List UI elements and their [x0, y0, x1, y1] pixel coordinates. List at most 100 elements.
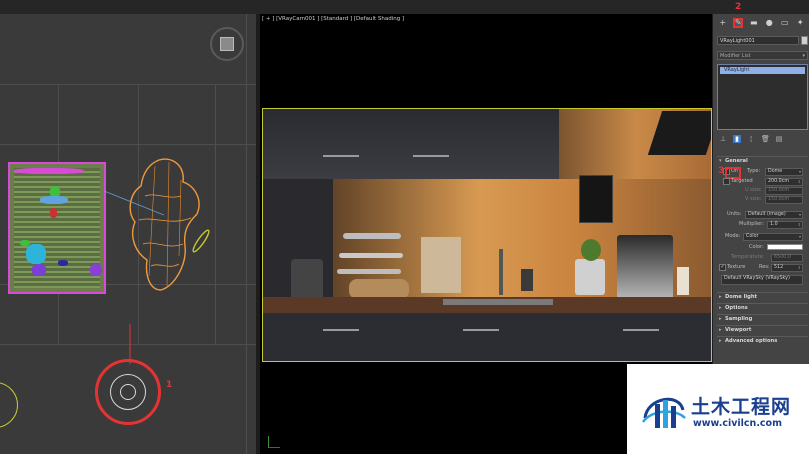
watermark-title: 土木工程网 [691, 396, 792, 418]
modifier-list-dropdown[interactable]: Modifier List ▾ [717, 51, 808, 60]
object-navy [58, 260, 68, 266]
modifier-stack[interactable]: VRayLight [717, 64, 808, 130]
modify-tab-icon[interactable]: ✎ [733, 18, 744, 28]
cabinet-handle [463, 329, 499, 331]
u-size-label: U size: [745, 187, 762, 193]
light-gizmo-icon[interactable] [192, 226, 210, 256]
annotation-marker-1: 1 [166, 380, 173, 390]
u-size-field[interactable]: 150.0cm [765, 186, 803, 195]
plant-leaves [581, 239, 601, 261]
make-unique-icon[interactable]: ¦ [747, 135, 755, 143]
v-size-field[interactable]: 150.0cm [765, 195, 803, 204]
lower-cabinets [263, 313, 711, 361]
object-name-field[interactable]: VRayLight001 [717, 36, 799, 45]
grid-line [215, 84, 216, 344]
modifier-list-label: Modifier List [720, 53, 751, 59]
targeted-distance-field[interactable]: 200.0cm ⇕ [765, 177, 803, 186]
rollout-general-title: General [725, 158, 748, 164]
grid-line [246, 14, 247, 454]
plate-rack-low [337, 269, 401, 274]
rollout-options[interactable]: ▸ Options [717, 303, 808, 312]
temperature-field[interactable]: 6500.0 [771, 253, 803, 262]
create-tab-icon[interactable]: + [718, 18, 728, 28]
object-color-swatch[interactable] [801, 36, 808, 45]
temperature-label: Temperature: [731, 254, 765, 260]
top-viewport[interactable]: 1 [0, 14, 256, 454]
remove-modifier-icon[interactable]: 🗑 [761, 135, 770, 143]
rollout-options-title: Options [725, 305, 748, 311]
motion-tab-icon[interactable]: ● [764, 18, 774, 28]
texture-label: Texture [727, 264, 746, 270]
res-label: Res: [759, 264, 770, 270]
color-label: Color: [749, 244, 764, 250]
cabinet-handle [413, 155, 449, 157]
axis-gizmo [0, 382, 18, 428]
rollout-general[interactable]: ▾ General [717, 156, 808, 165]
texture-map-label: Default VRaySky (VRaySky) [724, 275, 790, 281]
cabinet-handle [323, 329, 359, 331]
grid-line [0, 144, 256, 145]
panel-tabs: + ✎ ▬ ● ▭ ✦ [713, 16, 809, 30]
multiplier-field[interactable]: 1.0 ⇕ [767, 220, 803, 229]
grid-line [0, 84, 256, 85]
res-field[interactable]: 512 ⇕ [771, 263, 803, 272]
targeted-label: Targeted [731, 178, 753, 184]
rollout-advanced[interactable]: ▸ Advanced options [717, 336, 808, 345]
configure-sets-icon[interactable]: ▤ [775, 135, 783, 143]
units-dropdown[interactable]: Default (image) ▾ [745, 210, 803, 219]
light-color-swatch[interactable] [767, 244, 803, 250]
hierarchy-tab-icon[interactable]: ▬ [749, 18, 759, 28]
rollout-dome-light-title: Dome light [725, 294, 758, 300]
row-color: Color: [717, 243, 808, 252]
show-end-result-icon[interactable]: ▮ [733, 134, 741, 143]
viewcube-face[interactable] [220, 37, 234, 51]
texture-map-button[interactable]: Default VRaySky (VRaySky) [721, 274, 803, 285]
type-dropdown[interactable]: Dome ▾ [765, 167, 803, 176]
targeted-checkbox[interactable] [723, 178, 730, 185]
v-size-label: V size: [745, 196, 762, 202]
camera-highlight-circle[interactable] [95, 359, 161, 425]
camera-direction-line [129, 324, 131, 364]
rollout-viewport[interactable]: ▸ Viewport [717, 325, 808, 334]
kitchen-render-frame [262, 108, 712, 362]
annotation-marker-3: 3 [718, 166, 725, 176]
viewport-label[interactable]: [ + ] [VRayCam001 ] [Standard ] [Default… [262, 16, 404, 22]
spinner-icon[interactable]: ⇕ [798, 179, 801, 185]
v-size-value: 150.0cm [768, 196, 790, 202]
units-label: Units: [727, 211, 742, 217]
cabinet-handle [323, 155, 359, 157]
camera-ring-inner [120, 384, 136, 400]
object-violet [90, 264, 102, 276]
rollout-dome-light[interactable]: ▸ Dome light [717, 292, 808, 301]
watermark: 土木工程网 www.civilcn.com [627, 364, 809, 454]
watermark-url: www.civilcn.com [693, 418, 782, 429]
row-units: Units: Default (image) ▾ [717, 210, 808, 219]
row-u-size: U size: 150.0cm [717, 186, 808, 195]
viewcube-icon[interactable] [210, 27, 244, 61]
object-cyan [26, 244, 46, 264]
row-texture: ✓ Texture Res: 512 ⇕ [717, 263, 808, 272]
texture-checkbox[interactable]: ✓ [719, 264, 726, 271]
row-temperature: Temperature: 6500.0 [717, 253, 808, 262]
rollout-sampling[interactable]: ▸ Sampling [717, 314, 808, 323]
civilcn-logo-icon [641, 397, 686, 428]
mode-dropdown[interactable]: Color ▾ [743, 232, 803, 241]
row-multiplier: Multiplier: 1.0 ⇕ [717, 220, 808, 229]
utilities-tab-icon[interactable]: ✦ [795, 18, 805, 28]
multiplier-label: Multiplier: [739, 221, 764, 227]
targeted-value: 200.0cm [768, 178, 790, 184]
jar [677, 267, 689, 295]
type-value: Dome [768, 168, 783, 174]
temperature-value: 6500.0 [774, 254, 791, 260]
display-tab-icon[interactable]: ▭ [780, 18, 790, 28]
scene-plan-geometry[interactable] [8, 162, 106, 294]
sink [443, 299, 553, 305]
spinner-icon[interactable]: ⇕ [798, 265, 801, 271]
stack-item-vraylight[interactable]: VRayLight [720, 67, 805, 74]
row-texture-map: Default VRaySky (VRaySky) [717, 274, 808, 285]
chevron-down-icon: ▾ [798, 211, 801, 217]
chevron-down-icon: ▾ [798, 233, 801, 239]
pin-stack-icon[interactable]: ⊥ [719, 135, 727, 143]
dome-mesh-object[interactable] [125, 156, 205, 294]
spinner-icon[interactable]: ⇕ [798, 222, 801, 228]
